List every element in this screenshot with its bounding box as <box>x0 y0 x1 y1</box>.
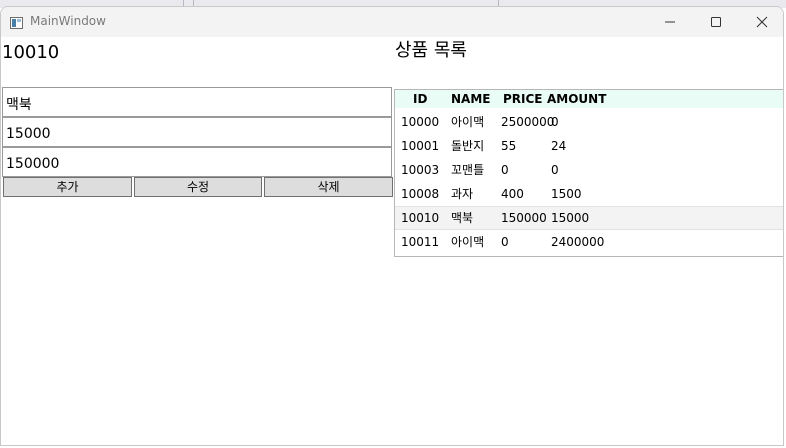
cell-id: 10010 <box>401 211 440 225</box>
cell-price: 0 <box>501 235 509 249</box>
delete-button[interactable]: 삭제 <box>264 177 393 197</box>
cell-name: 아이맥 <box>451 115 485 129</box>
title-bar[interactable]: MainWindow <box>1 7 783 37</box>
product-price-input[interactable] <box>2 117 392 147</box>
cell-name: 돌반지 <box>451 139 485 153</box>
column-header-id[interactable]: ID <box>413 90 427 108</box>
list-row[interactable]: 10000 아이맥 2500000 0 <box>395 110 783 134</box>
cell-name: 과자 <box>451 187 474 201</box>
column-header-name[interactable]: NAME <box>451 90 490 108</box>
cell-amount: 0 <box>551 115 559 129</box>
maximize-button[interactable] <box>693 7 739 37</box>
cell-amount: 24 <box>551 139 567 153</box>
cell-id: 10001 <box>401 139 440 153</box>
cell-name: 아이맥 <box>451 235 485 249</box>
close-button[interactable] <box>739 7 783 37</box>
window-app-icon <box>10 14 23 29</box>
column-header-price[interactable]: PRICE <box>503 90 543 108</box>
cell-name: 맥북 <box>451 211 474 225</box>
edit-button[interactable]: 수정 <box>134 177 262 197</box>
maximize-icon <box>711 17 721 27</box>
minimize-icon <box>665 21 675 23</box>
cell-id: 10003 <box>401 163 440 177</box>
list-row[interactable]: 10001 돌반지 55 24 <box>395 134 783 158</box>
add-button[interactable]: 추가 <box>3 177 132 197</box>
cell-id: 10011 <box>401 235 440 249</box>
product-amount-input[interactable] <box>2 147 392 177</box>
cell-name: 꼬맨틀 <box>451 163 485 177</box>
window-content: 10010 상품 목록 추가 수정 삭제 ID NAME PRICE AMOUN… <box>1 37 783 445</box>
cell-amount: 0 <box>551 163 559 177</box>
close-icon <box>756 16 768 28</box>
cell-price: 2500000 <box>501 115 555 129</box>
list-row[interactable]: 10008 과자 400 1500 <box>395 182 783 206</box>
cell-amount: 1500 <box>551 187 582 201</box>
selected-id-label: 10010 <box>2 42 60 63</box>
list-header: ID NAME PRICE AMOUNT <box>395 90 783 108</box>
list-row[interactable]: 10011 아이맥 0 2400000 <box>395 230 783 254</box>
minimize-button[interactable] <box>647 7 693 37</box>
column-header-amount[interactable]: AMOUNT <box>547 90 606 108</box>
cell-id: 10008 <box>401 187 440 201</box>
cell-amount: 2400000 <box>551 235 605 249</box>
list-row-selected[interactable]: 10010 맥북 150000 15000 <box>395 206 783 230</box>
cell-price: 0 <box>501 163 509 177</box>
product-list-title: 상품 목록 <box>395 40 467 61</box>
product-name-input[interactable] <box>2 87 392 117</box>
window-title: MainWindow <box>30 14 106 28</box>
cell-price: 150000 <box>501 211 547 225</box>
main-window: MainWindow 10010 상품 목록 추가 수정 삭제 ID NAME … <box>0 6 784 446</box>
cell-amount: 15000 <box>551 211 590 225</box>
cell-price: 55 <box>501 139 517 153</box>
cell-price: 400 <box>501 187 524 201</box>
list-row[interactable]: 10003 꼬맨틀 0 0 <box>395 158 783 182</box>
cell-id: 10000 <box>401 115 440 129</box>
product-list-view[interactable]: ID NAME PRICE AMOUNT 10000 아이맥 2500000 0… <box>394 89 783 257</box>
